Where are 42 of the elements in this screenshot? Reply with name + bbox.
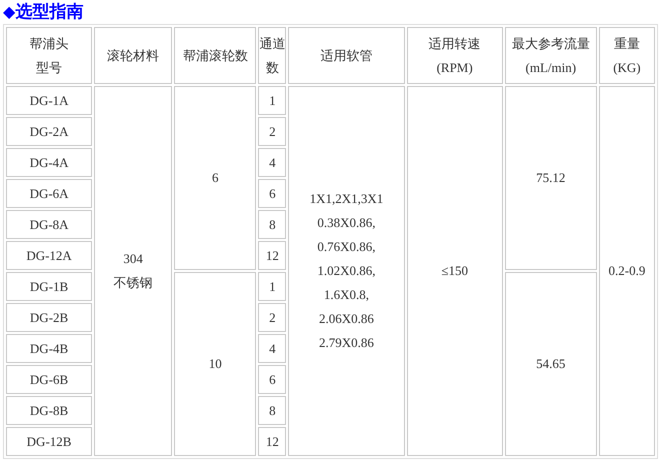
table-cell: 2 — [258, 303, 286, 332]
table-cell: DG-2A — [6, 117, 92, 146]
table-cell: 6 — [258, 179, 286, 208]
table-cell: ≤150 — [406, 86, 503, 456]
column-header: 适用转速 (RPM) — [406, 27, 503, 84]
table-cell: 6 — [258, 365, 286, 394]
table-cell: DG-4B — [6, 334, 92, 363]
table-cell: 2 — [258, 117, 286, 146]
table-cell: 1X1,2X1,3X1 0.38X0.86, 0.76X0.86, 1.02X0.86, 1.6X0.8, 2.06X0.86 2.79X0.86 — [288, 86, 405, 456]
table-cell: 10 — [174, 272, 256, 456]
table-cell: 12 — [258, 427, 286, 456]
table-cell: DG-2B — [6, 303, 92, 332]
table-cell: DG-6B — [6, 365, 92, 394]
column-header: 最大参考流量 (mL/min) — [504, 27, 597, 84]
column-header: 滚轮材料 — [94, 27, 172, 84]
table-cell: 8 — [258, 396, 286, 425]
table-cell: DG-12B — [6, 427, 92, 456]
table-cell: 54.65 — [504, 272, 597, 456]
table-cell: 1 — [258, 272, 286, 301]
table-cell: DG-6A — [6, 179, 92, 208]
table-cell: 8 — [258, 210, 286, 239]
table-cell: DG-1B — [6, 272, 92, 301]
table-cell: 1 — [258, 86, 286, 115]
table-cell: 0.2-0.9 — [598, 86, 655, 456]
table-cell: 6 — [174, 86, 256, 270]
table-cell: DG-12A — [6, 241, 92, 270]
column-header: 帮浦头 型号 — [6, 27, 92, 84]
table-cell: DG-8A — [6, 210, 92, 239]
diamond-icon: ◆ — [3, 4, 16, 20]
column-header: 适用软管 — [288, 27, 405, 84]
table-cell: 4 — [258, 148, 286, 177]
table-cell: 4 — [258, 334, 286, 363]
table-cell: 75.12 — [504, 86, 597, 270]
column-header: 重量 (KG) — [598, 27, 655, 84]
table-cell: 12 — [258, 241, 286, 270]
section-title: 选型指南 — [15, 4, 84, 20]
column-header: 通道 数 — [258, 27, 286, 84]
table-cell: DG-1A — [6, 86, 92, 115]
table-cell: DG-8B — [6, 396, 92, 425]
table-cell: 304 不锈钢 — [94, 86, 172, 456]
column-header: 帮浦滚轮数 — [174, 27, 256, 84]
table-cell: DG-4A — [6, 148, 92, 177]
